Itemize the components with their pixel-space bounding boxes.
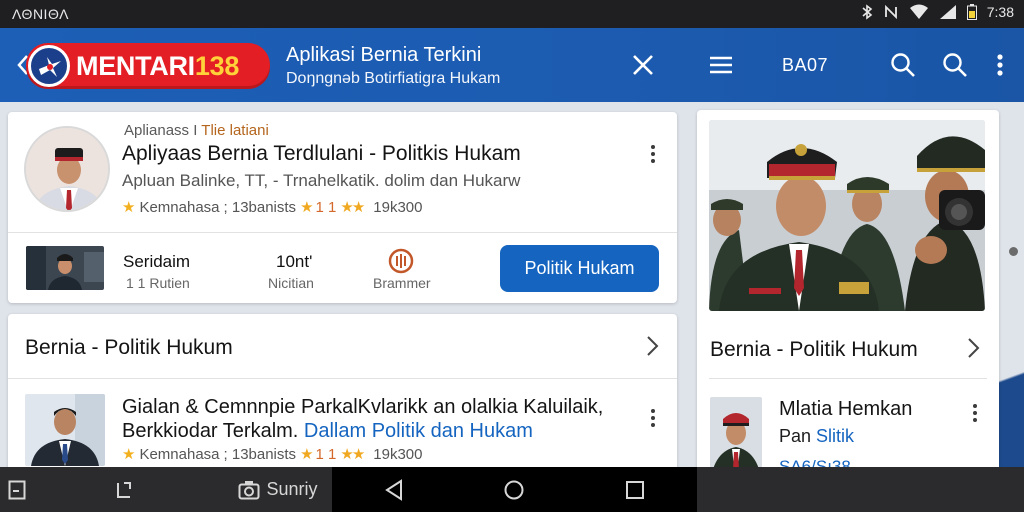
system-icons: 7:38 [861, 4, 1014, 20]
share-button[interactable]: Sunriy [228, 467, 328, 512]
news-list-card: Bernia - Politik Hukum Gialan & Cemnnpie… [8, 314, 677, 474]
article-options-icon[interactable] [965, 401, 985, 425]
chevron-right-icon[interactable] [644, 335, 660, 357]
chevron-right-icon[interactable] [965, 337, 981, 359]
article-title[interactable]: Mlatia Hemkan [779, 398, 912, 421]
article-options-icon[interactable] [643, 406, 663, 430]
rating-stars-icon: ★ [300, 446, 314, 463]
logo-wordmark: MENTARI138 [76, 51, 240, 81]
section-title[interactable]: Bernia - Politik Hukum [25, 336, 233, 360]
app-logo[interactable]: MENTARI138 [26, 43, 270, 89]
rotate-icon[interactable] [108, 467, 138, 512]
wifi-icon [909, 4, 928, 19]
app-title: Aplikasi Bernia Terkini [286, 44, 482, 66]
star-icon: ★ [122, 199, 136, 216]
carrier-label: ΛΘΝΙΘΛ [12, 6, 69, 22]
star-icon: ★ [122, 446, 136, 463]
article-kicker: Aplianass I Tlie latiani [124, 122, 269, 139]
hero-photo[interactable] [709, 120, 985, 311]
featured-article-card[interactable]: Aplianass I Tlie latiani Apliyaas Bernia… [8, 112, 677, 303]
stat-value: Seridaim [123, 252, 191, 271]
rating-stars-icon: ★ [300, 199, 314, 216]
audio-badge-icon[interactable] [388, 248, 414, 274]
stat-label: Brammer [373, 275, 431, 291]
rating-stars-icon: ★★ [340, 446, 365, 463]
share-label: Sunriy [266, 479, 318, 499]
app-bar: MENTARI138 Aplikasi Bernia Terkini Doŋng… [0, 28, 1024, 102]
article-meta: ★ Kemnahasa; 13banists ★ 1 1 ★★ 19k300 [122, 198, 423, 217]
article-headline[interactable]: Apliyaas Bernia Terdlulani - Politkis Hu… [122, 142, 521, 166]
nav-right-strip [697, 467, 1024, 512]
recent-apps-icon[interactable] [4, 467, 30, 512]
bluetooth-icon [862, 4, 873, 20]
section-title[interactable]: Bernia - Politik Hukum [710, 338, 918, 362]
search-icon[interactable] [888, 50, 918, 80]
overview-nav-icon[interactable] [622, 467, 648, 512]
video-thumbnail[interactable] [26, 246, 104, 290]
close-icon[interactable] [628, 50, 658, 80]
menu-icon[interactable] [706, 50, 736, 80]
divider [8, 378, 677, 379]
battery-icon [966, 4, 977, 20]
stat-value: 10nt' [276, 252, 313, 271]
more-icon[interactable] [985, 50, 1015, 80]
search-icon[interactable] [940, 50, 970, 80]
scroll-indicator [1009, 247, 1018, 256]
rating-stars-icon: ★★ [340, 199, 365, 216]
article-title-line[interactable]: Berkkiodar Terkalm. Dallam Politik dan H… [122, 420, 533, 443]
article-meta: ★ Kemnahasa; 13banists ★ 1 1 ★★ 19k300 [122, 445, 423, 464]
signal-icon [939, 5, 956, 19]
clock: 7:38 [986, 4, 1014, 20]
article-subtitle: Pan Slitik [779, 426, 855, 446]
article-options-icon[interactable] [643, 142, 663, 166]
article-thumbnail[interactable] [25, 394, 105, 466]
stat-label: 1 1 Rutien [126, 275, 190, 291]
category-button[interactable]: Politik Hukam [500, 245, 659, 292]
divider [8, 232, 677, 233]
stat-label: Nicitian [268, 275, 314, 291]
logo-emblem-icon [28, 45, 70, 87]
article-subline: Apluan Balinke, TT, - Trnahelkatik. doli… [122, 171, 521, 190]
app-subtitle: Doŋngnəb Botirfiatigra Hukam [286, 70, 501, 87]
home-nav-icon[interactable] [501, 467, 527, 512]
side-news-card: Bernia - Politik Hukum Mlatia Hemkan Pan… [697, 110, 999, 482]
nfc-icon [884, 4, 897, 20]
navigation-bar: Sunriy [0, 467, 1024, 512]
back-nav-icon[interactable] [381, 467, 407, 512]
article-title-line[interactable]: Gialan & Cemnnpie ParkalKvlarikk an olal… [122, 396, 603, 419]
status-bar: ΛΘΝΙΘΛ 7:38 [0, 0, 1024, 28]
author-avatar [24, 126, 110, 212]
divider [709, 378, 987, 379]
toolbar-label[interactable]: BA07 [782, 55, 828, 76]
camera-icon [238, 480, 260, 499]
